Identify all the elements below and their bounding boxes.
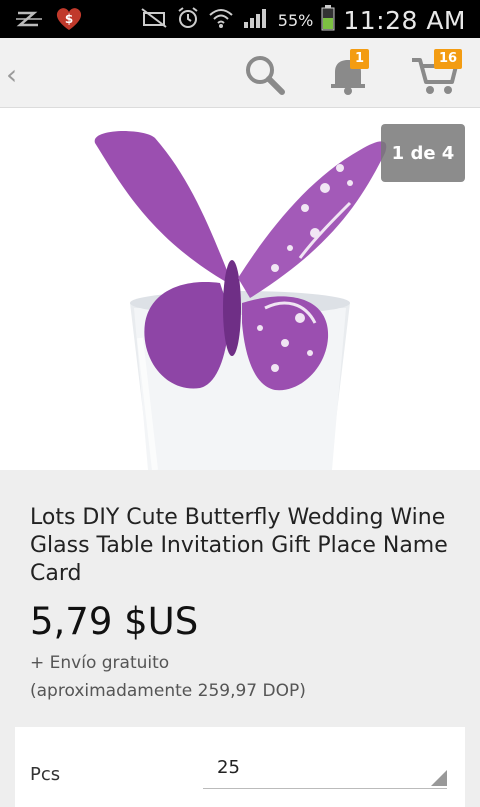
wifi-icon (208, 7, 234, 33)
cart-badge: 16 (434, 49, 463, 69)
battery-icon (321, 5, 335, 35)
search-button[interactable] (242, 52, 286, 96)
cart-button[interactable]: 16 (410, 49, 463, 96)
product-image-gallery[interactable]: 1 de 4 (0, 108, 480, 471)
status-bar: $ 55% 11:28 AM (0, 0, 480, 38)
mute-icon (140, 7, 168, 33)
shopping-app-icon: $ (54, 6, 84, 36)
notification-z-icon (14, 7, 44, 35)
app-toolbar: ‹ 1 16 (0, 38, 480, 108)
signal-icon (242, 6, 270, 34)
search-icon (246, 56, 285, 95)
image-pager: 1 de 4 (381, 124, 465, 182)
back-chevron-icon[interactable]: ‹ (6, 58, 17, 91)
notifications-badge: 1 (350, 49, 370, 69)
clock: 11:28 AM (343, 5, 466, 35)
shipping-info: + Envío gratuito (30, 653, 170, 673)
quantity-value: 25 (217, 757, 240, 778)
battery-percentage: 55% (277, 10, 314, 30)
svg-text:$: $ (65, 12, 73, 26)
product-image (60, 108, 420, 471)
quantity-label: Pcs (30, 764, 61, 785)
notifications-button[interactable]: 1 (326, 49, 370, 96)
quantity-select[interactable]: 25 (203, 745, 447, 789)
alarm-icon (176, 6, 200, 34)
approximate-price: (aproximadamente 259,97 DOP) (30, 681, 306, 701)
dropdown-corner-icon (431, 770, 447, 786)
options-card: Pcs 25 (15, 727, 465, 807)
product-title: Lots DIY Cute Butterfly Wedding Wine Gla… (30, 505, 448, 586)
product-info: Lots DIY Cute Butterfly Wedding Wine Gla… (0, 470, 480, 807)
product-price: 5,79 $US (30, 600, 199, 643)
